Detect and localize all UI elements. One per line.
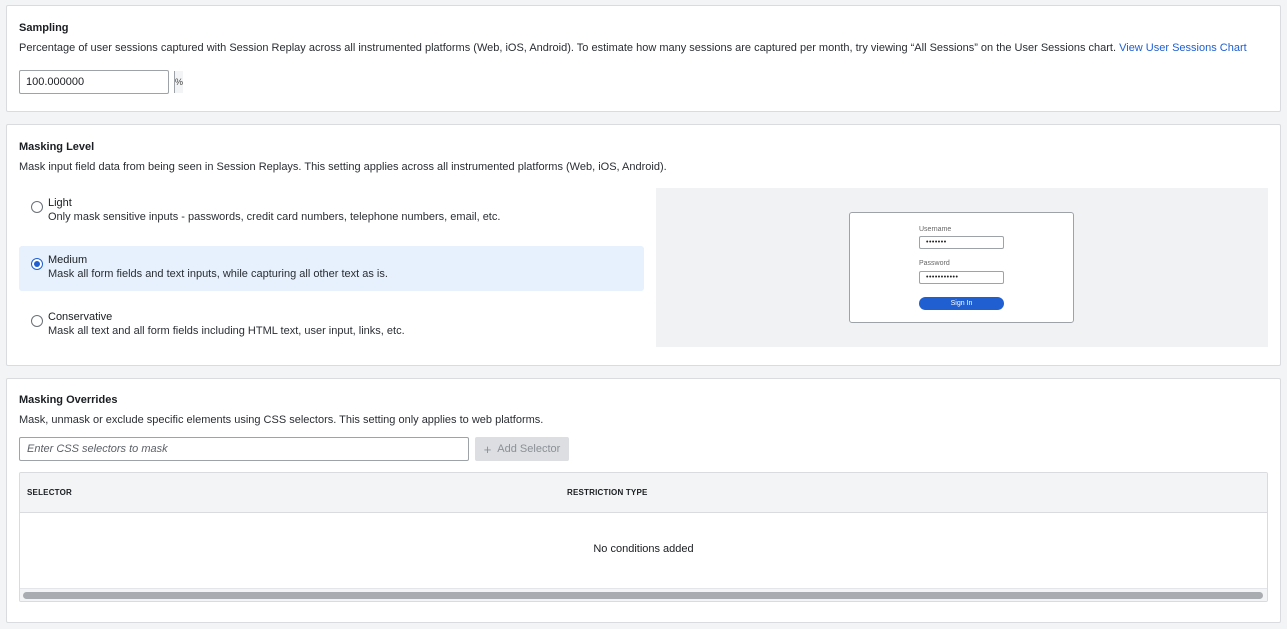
empty-state-text: No conditions added [593, 543, 694, 555]
sampling-percentage-input[interactable] [20, 71, 174, 93]
login-form-mockup: Username ••••••• Password ••••••••••• Si… [849, 212, 1074, 323]
masking-option-conservative[interactable]: Conservative Mask all text and all form … [19, 303, 644, 348]
sampling-card: Sampling Percentage of user sessions cap… [6, 5, 1281, 112]
add-selector-button[interactable]: + Add Selector [475, 437, 569, 461]
masking-level-description: Mask input field data from being seen in… [19, 161, 667, 173]
mock-password-field: ••••••••••• [919, 271, 1004, 284]
scrollbar-thumb[interactable] [23, 592, 1263, 599]
masking-level-title: Masking Level [19, 141, 95, 153]
sampling-description: Percentage of user sessions captured wit… [19, 42, 1247, 54]
column-header-selector[interactable]: SELECTOR [27, 488, 72, 497]
selector-table: SELECTOR RESTRICTION TYPE No conditions … [19, 472, 1268, 602]
option-label: Light [48, 197, 72, 209]
option-description: Mask all form fields and text inputs, wh… [48, 268, 388, 280]
mock-username-label: Username [919, 226, 952, 233]
column-header-restriction-type[interactable]: RESTRICTION TYPE [567, 488, 648, 497]
option-label: Conservative [48, 311, 113, 323]
masking-overrides-description: Mask, unmask or exclude specific element… [19, 414, 544, 426]
mock-password-label: Password [919, 260, 950, 267]
option-description: Only mask sensitive inputs - passwords, … [48, 211, 501, 223]
add-selector-label: Add Selector [497, 443, 561, 455]
css-selector-input[interactable] [19, 437, 469, 461]
masking-option-light[interactable]: Light Only mask sensitive inputs - passw… [19, 189, 644, 234]
option-description: Mask all text and all form fields includ… [48, 325, 405, 337]
horizontal-scrollbar[interactable] [20, 588, 1267, 601]
radio-light[interactable] [31, 201, 43, 213]
masking-option-medium[interactable]: Medium Mask all form fields and text inp… [19, 246, 644, 291]
table-header: SELECTOR RESTRICTION TYPE [20, 473, 1267, 513]
view-user-sessions-chart-link[interactable]: View User Sessions Chart [1119, 42, 1247, 54]
masking-preview: Username ••••••• Password ••••••••••• Si… [656, 188, 1268, 347]
option-label: Medium [48, 254, 88, 266]
plus-icon: + [483, 441, 492, 457]
mock-sign-in-button: Sign In [919, 297, 1004, 310]
radio-medium[interactable] [31, 258, 43, 270]
sampling-title: Sampling [19, 22, 69, 34]
masking-level-card: Masking Level Mask input field data from… [6, 124, 1281, 366]
mock-username-field: ••••••• [919, 236, 1004, 249]
sampling-percentage-field: % [19, 70, 184, 94]
percent-suffix: % [174, 71, 184, 93]
radio-conservative[interactable] [31, 315, 43, 327]
masking-overrides-title: Masking Overrides [19, 394, 118, 406]
masking-overrides-card: Masking Overrides Mask, unmask or exclud… [6, 378, 1281, 623]
